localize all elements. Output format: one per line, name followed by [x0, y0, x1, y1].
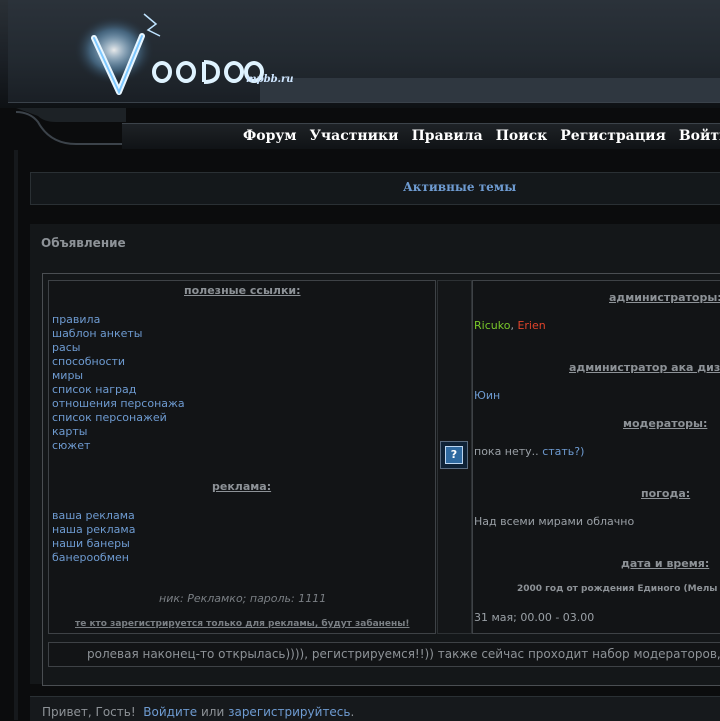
ad-credentials: ник: Рекламко; пароль: 1111: [159, 592, 327, 605]
list-item: правила: [52, 311, 185, 326]
useful-links-list: правила шаблон анкеты расы способности м…: [52, 311, 185, 452]
nav-forum[interactable]: Форум: [243, 126, 297, 146]
list-item: наши банеры: [52, 535, 135, 550]
list-item: способности: [52, 353, 185, 368]
list-item: карты: [52, 423, 185, 438]
moderators-heading: модераторы:: [623, 417, 708, 430]
datetime-heading: дата и время:: [621, 557, 710, 570]
list-item: шаблон анкеты: [52, 325, 185, 340]
moderators-status: пока нету.. стать?): [474, 445, 584, 458]
list-item: наша реклама: [52, 521, 135, 536]
useful-links-heading: полезные ссылки:: [184, 284, 301, 297]
side-strip: [14, 150, 18, 720]
logo-subtitle: mpbb.ru: [246, 74, 294, 85]
or-text: или: [200, 705, 225, 719]
date-text: 31 мая; 00.00 - 03.00: [474, 611, 595, 624]
ads-heading: реклама:: [212, 480, 272, 493]
become-moderator-link[interactable]: стать?): [542, 445, 584, 458]
nav-login[interactable]: Войти: [679, 126, 720, 146]
guest-greeting: Привет, Гость!: [42, 705, 136, 719]
login-link[interactable]: Войдите: [143, 705, 197, 719]
active-topics-bar: Активные темы: [30, 172, 720, 205]
list-item: миры: [52, 367, 185, 382]
site-logo[interactable]: [64, 10, 294, 102]
list-item: список наград: [52, 381, 185, 396]
weather-heading: погода:: [641, 487, 691, 500]
footer-end: .: [350, 705, 355, 719]
nav-search[interactable]: Поиск: [496, 126, 548, 146]
active-topics-link[interactable]: Активные темы: [403, 180, 516, 194]
admin-separator: ,: [510, 319, 514, 332]
nav-rules[interactable]: Правила: [412, 126, 483, 146]
admins-heading: администраторы:: [609, 291, 720, 304]
ad-warning: те кто зарегистрируется только для рекла…: [75, 619, 410, 629]
admin-design-heading: администратор ака диз: [569, 361, 720, 374]
help-icon[interactable]: ?: [440, 441, 468, 469]
list-item: расы: [52, 339, 185, 354]
nav-members[interactable]: Участники: [310, 126, 399, 146]
moderators-none: пока нету..: [474, 445, 539, 458]
ads-links-list: ваша реклама наша реклама наши банеры ба…: [52, 507, 135, 564]
announcement-title: Объявление: [41, 236, 126, 250]
list-item: сюжет: [52, 437, 185, 452]
weather-text: Над всеми мирами облачно: [474, 515, 635, 528]
list-item: банерообмен: [52, 549, 135, 564]
admins-list: Ricuko, Erien: [474, 319, 546, 332]
link-plot[interactable]: сюжет: [52, 439, 90, 452]
list-item: отношения персонажа: [52, 395, 185, 410]
year-text: 2000 год от рождения Единого (Мелы: [517, 584, 718, 594]
welcome-text: Привет, Гость! Войдите или зарегистрируй…: [42, 705, 354, 719]
help-glyph: ?: [445, 446, 463, 464]
main-nav: Форум Участники Правила Поиск Регистраци…: [243, 126, 720, 146]
admin-name[interactable]: Erien: [517, 319, 545, 332]
list-item: список персонажей: [52, 409, 185, 424]
admin-name[interactable]: Ricuko: [474, 319, 510, 332]
link-banner-exchange[interactable]: банерообмен: [52, 551, 129, 564]
header-band: [260, 78, 720, 102]
nav-register[interactable]: Регистрация: [560, 126, 666, 146]
nav-decoration: [16, 108, 126, 145]
admin-design-name[interactable]: Юин: [474, 389, 500, 402]
news-marquee: ролевая наконец-то открылась)))), регист…: [48, 642, 720, 667]
site-header: mpbb.ru: [0, 0, 720, 108]
news-text: ролевая наконец-то открылась)))), регист…: [87, 647, 720, 661]
register-link[interactable]: зарегистрируйтесь: [228, 705, 350, 719]
list-item: ваша реклама: [52, 507, 135, 522]
